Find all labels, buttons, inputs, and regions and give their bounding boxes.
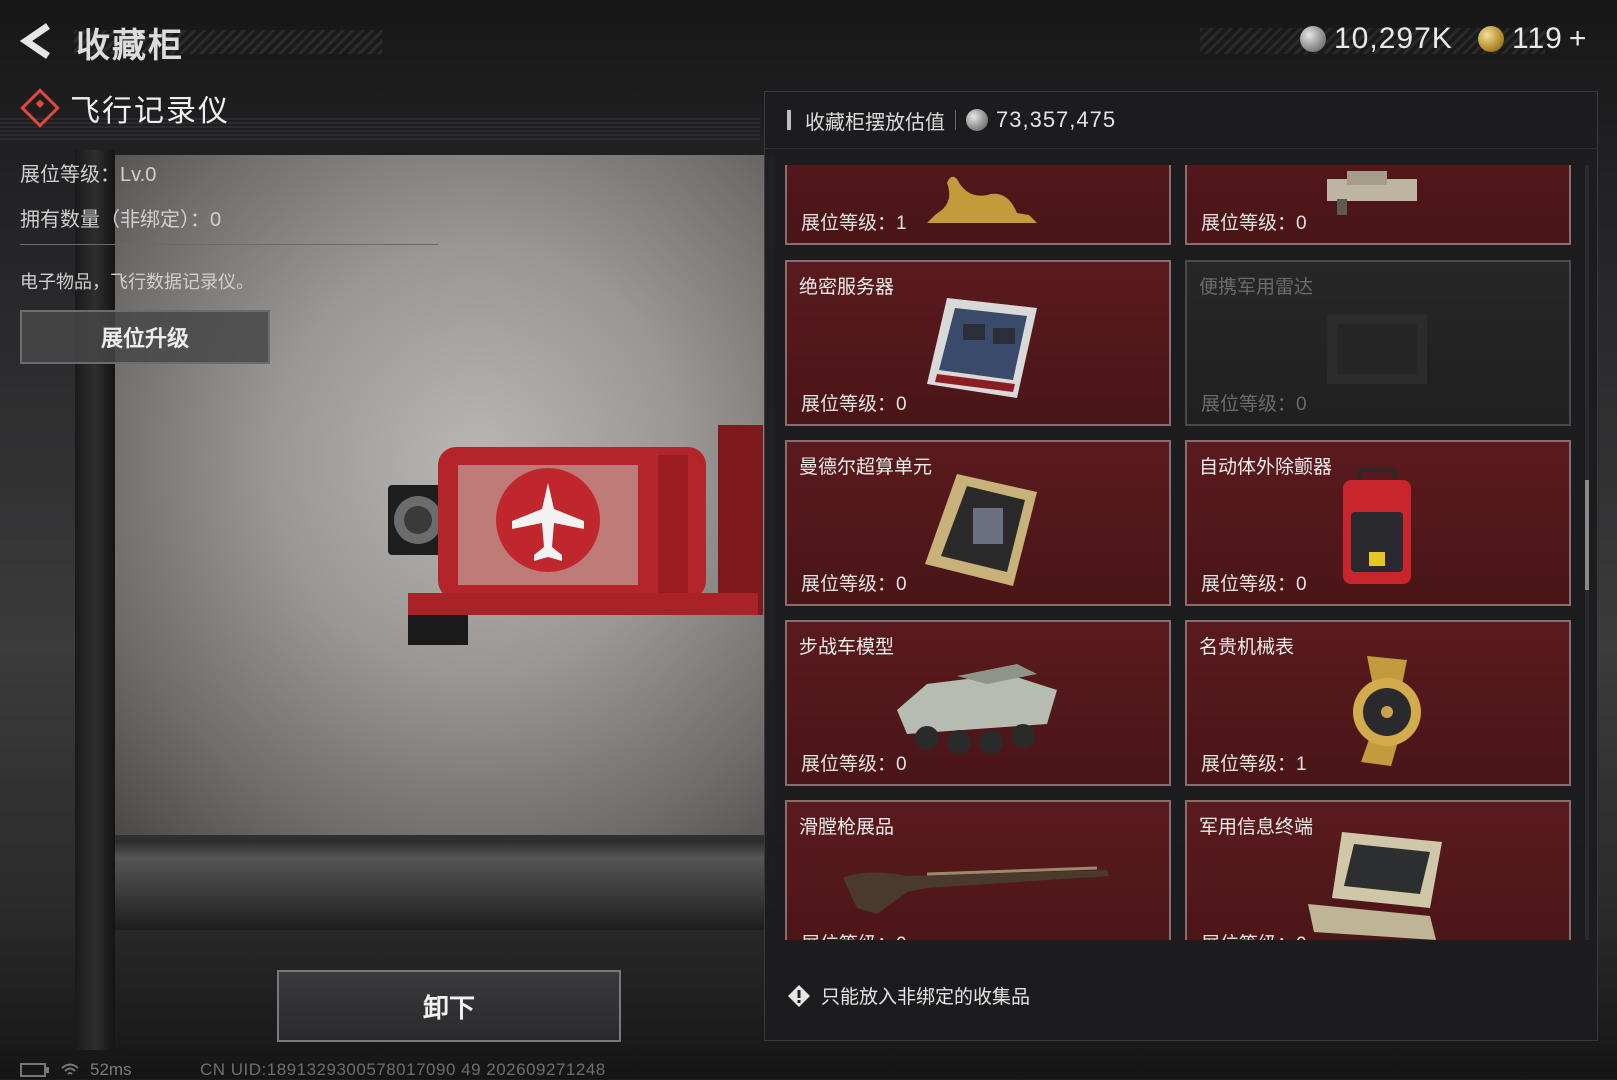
collection-card[interactable]: 滑膛枪展品 展位等级：0 [785,800,1171,940]
collection-card[interactable]: 名贵机械表 展位等级：1 [1185,620,1571,786]
tank-model-icon [1327,171,1417,215]
scrollbar-thumb[interactable] [1585,480,1589,590]
upgrade-button[interactable]: 展位升级 [20,310,270,364]
gold-deer-statue-icon [927,176,1037,223]
diamond-icon [20,88,60,128]
collection-card[interactable]: 曼德尔超算单元 展位等级：0 [785,440,1171,606]
page-title: 收藏柜 [76,27,184,65]
gold-coin-icon [1478,26,1504,52]
silver-amount: 10,297K [1334,22,1453,55]
card-level: 展位等级：0 [801,929,907,940]
latency-text: 52ms [90,1060,132,1079]
card-level: 展位等级：0 [801,394,907,415]
card-name: 自动体外除颤器 [1199,457,1333,478]
card-name: 滑膛枪展品 [799,817,895,838]
card-name: 军用信息终端 [1199,817,1314,838]
collection-card[interactable]: 展位等级：1 [785,165,1171,245]
silver-coin-icon [966,109,988,131]
card-level: 展位等级：0 [1201,574,1307,595]
divider [20,244,438,245]
card-level: 展位等级：0 [801,754,907,775]
card-level: 展位等级：0 [801,574,907,595]
card-level: 展位等级：0 [1201,394,1307,415]
ifv-model-icon [897,664,1057,754]
card-name: 步战车模型 [799,637,895,658]
card-level: 展位等级：0 [1201,929,1307,940]
gold-amount: 119 [1512,22,1563,55]
collection-card[interactable]: 自动体外除颤器 展位等级：0 [1185,440,1571,606]
flight-recorder-model [388,425,763,645]
military-terminal-icon [1308,832,1442,940]
collection-panel: 收藏柜摆放估值 73,357,475 展位等级：1 展位等级：0 绝密服务器 展… [764,91,1598,1041]
card-level: 展位等级：1 [1201,754,1307,775]
card-name: 便携军用雷达 [1199,277,1314,298]
card-name: 绝密服务器 [799,277,895,298]
card-level: 展位等级：1 [801,213,907,234]
silver-currency: 10,297K [1300,18,1453,60]
card-level: 展位等级：0 [1201,213,1307,234]
collection-card[interactable]: 军用信息终端 展位等级：0 [1185,800,1571,940]
item-description: 电子物品，飞行数据记录仪。 [20,272,254,292]
server-board-icon [927,298,1037,398]
item-name: 飞行记录仪 [70,95,230,128]
header-bar [787,110,791,130]
gold-currency: 119 + [1478,18,1587,60]
collection-card[interactable]: 便携军用雷达 展位等级：0 [1185,260,1571,426]
shelf-base [115,840,775,930]
wifi-icon [61,1063,79,1075]
status-bar: 52ms [20,1060,132,1080]
card-grid[interactable]: 展位等级：1 展位等级：0 绝密服务器 展位等级：0 便携军用雷达 展位等级：0… [785,165,1575,940]
collection-card[interactable]: 步战车模型 展位等级：0 [785,620,1171,786]
portable-radar-icon [1327,314,1427,384]
gold-add-button[interactable]: + [1569,22,1588,56]
valuation-label: 收藏柜摆放估值 [805,111,945,134]
display-level: 展位等级：Lv.0 [20,164,157,186]
top-bar: 收藏柜 10,297K 119 + [0,0,1617,78]
card-name: 曼德尔超算单元 [799,457,933,478]
back-arrow-icon[interactable] [20,22,54,60]
valuation-value: 73,357,475 [996,107,1117,132]
battery-icon [20,1063,49,1077]
collection-card[interactable]: 绝密服务器 展位等级：0 [785,260,1171,426]
owned-count: 拥有数量（非绑定）：0 [20,209,222,231]
warning-icon [788,984,810,1007]
uid-text: CN UID:1891329300578017090 49 2026092712… [200,1060,606,1079]
collection-card[interactable]: 展位等级：0 [1185,165,1571,245]
item-name-row: 飞行记录仪 [20,86,230,130]
notice-row: 只能放入非绑定的收集品 [787,982,1030,1009]
supercompute-unit-icon [925,474,1037,586]
panel-header: 收藏柜摆放估值 73,357,475 [765,92,1597,149]
notice-text: 只能放入非绑定的收集品 [821,987,1031,1008]
unload-button[interactable]: 卸下 [277,970,621,1042]
card-name: 名贵机械表 [1199,637,1295,658]
defibrillator-icon [1343,468,1411,584]
luxury-watch-icon [1353,656,1421,766]
header-separator [955,110,956,130]
musket-icon [843,866,1109,914]
silver-coin-icon [1300,26,1326,52]
